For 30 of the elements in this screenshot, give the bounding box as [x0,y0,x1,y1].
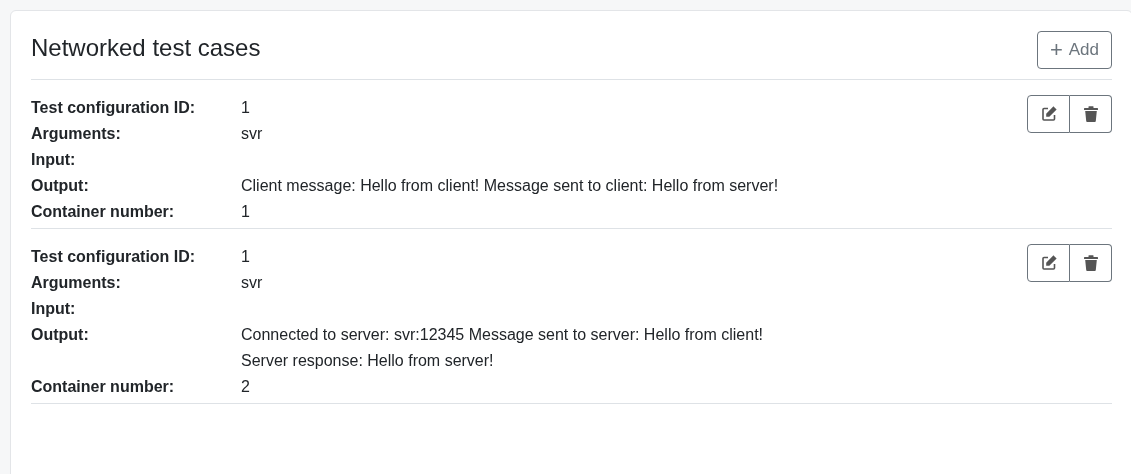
field-value: svr [241,273,264,293]
field-label: Test configuration ID: [31,247,196,267]
plus-icon: + [1049,39,1063,61]
field-value: svr [241,124,264,144]
field-value: 2 [241,377,251,397]
field-value: Client message: Hello from client! Message sent to client: Hello from server! [241,176,779,196]
field-label: Output: [31,176,90,196]
edit-button[interactable] [1027,244,1070,282]
delete-button[interactable] [1070,244,1112,282]
field-label: Arguments: [31,124,122,144]
field-label: Container number: [31,202,176,222]
delete-button[interactable] [1070,95,1112,133]
field-label: Output: [31,325,90,345]
field-label: Input: [31,299,77,319]
edit-icon [1040,255,1057,271]
field-label: Container number: [31,377,176,397]
field-label: Test configuration ID: [31,98,196,118]
edit-button[interactable] [1027,95,1070,133]
field-value: 1 [241,202,251,222]
field-value: 1 [241,247,251,267]
field-label: Arguments: [31,273,122,293]
section-title: Networked test cases [31,33,261,63]
add-button[interactable]: + Add [1036,31,1112,69]
trash-icon [1083,255,1098,271]
field-label: Input: [31,150,77,170]
field-value: Connected to server: svr:12345 Message sent to server: Hello from client! [241,325,763,345]
edit-icon [1040,106,1057,122]
field-value: Server response: Hello from server! [241,351,495,371]
trash-icon [1083,106,1098,122]
field-value: 1 [241,98,251,118]
